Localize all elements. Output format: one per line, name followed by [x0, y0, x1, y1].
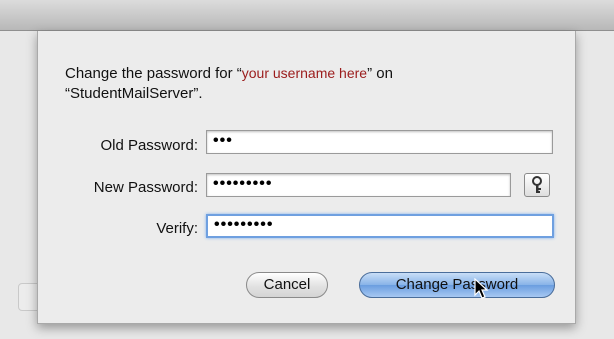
message-middle: ” on	[367, 65, 393, 82]
password-assistant-button[interactable]	[524, 173, 550, 197]
change-password-button[interactable]: Change Password	[359, 272, 555, 298]
old-password-field[interactable]: •••	[206, 130, 553, 154]
new-password-label: New Password:	[93, 179, 198, 196]
message-server: “StudentMailServer”.	[65, 85, 203, 102]
verify-label: Verify:	[156, 220, 198, 237]
message-prefix: Change the password for “	[65, 65, 242, 82]
cancel-button[interactable]: Cancel	[246, 272, 328, 298]
verify-password-field[interactable]: •••••••••	[206, 214, 554, 238]
old-password-label: Old Password:	[100, 137, 198, 154]
window-titlebar	[0, 0, 614, 31]
username-text: your username here	[241, 65, 368, 81]
key-icon	[532, 176, 542, 193]
dialog-message: Change the password for “your username h…	[65, 63, 525, 104]
mouse-pointer-icon	[474, 278, 489, 299]
change-password-sheet: Change the password for “your username h…	[37, 31, 576, 324]
new-password-field[interactable]: •••••••••	[206, 173, 511, 197]
